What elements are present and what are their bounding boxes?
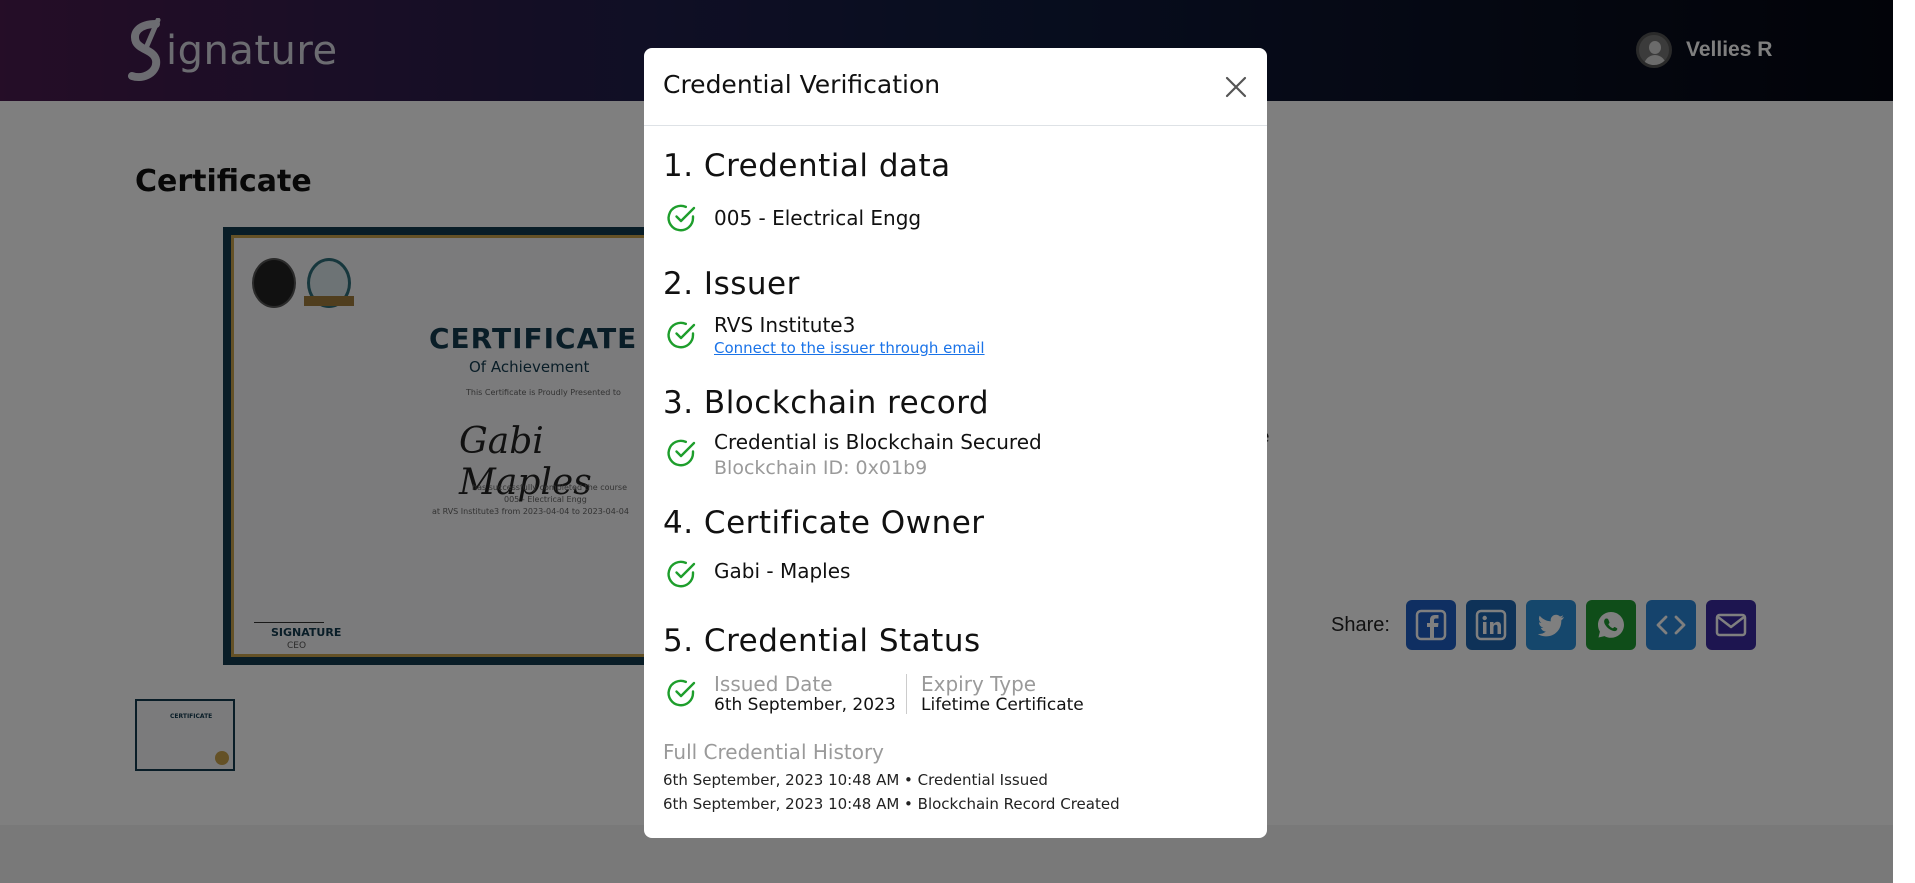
history-item: 6th September, 2023 10:48 AM • Blockchai… [663,795,1120,813]
section-heading-credential-data: 1. Credential data [663,148,951,184]
check-icon [667,439,696,467]
owner-name: Gabi - Maples [714,559,851,583]
check-icon [667,204,696,232]
modal-header: Credential Verification [644,48,1267,126]
check-icon [667,321,696,349]
history-item: 6th September, 2023 10:48 AM • Credentia… [663,771,1048,789]
blockchain-id: Blockchain ID: 0x01b9 [714,457,928,479]
connect-issuer-email-link[interactable]: Connect to the issuer through email [714,339,985,357]
credential-data-value: 005 - Electrical Engg [714,206,922,230]
section-heading-status: 5. Credential Status [663,623,981,659]
check-icon [667,560,696,588]
issuer-name: RVS Institute3 [714,313,856,337]
issued-date-value: 6th September, 2023 [714,695,896,715]
issued-date-label: Issued Date [714,672,833,696]
blockchain-status: Credential is Blockchain Secured [714,430,1042,454]
section-heading-issuer: 2. Issuer [663,266,800,302]
expiry-type-label: Expiry Type [921,672,1037,696]
scrollbar[interactable] [1893,0,1915,883]
section-heading-blockchain: 3. Blockchain record [663,385,990,421]
close-icon[interactable] [1222,73,1250,101]
expiry-type-value: Lifetime Certificate [921,695,1084,715]
history-title: Full Credential History [663,740,885,764]
section-heading-owner: 4. Certificate Owner [663,505,985,541]
credential-verification-modal: Credential Verification 1. Credential da… [644,48,1267,838]
check-icon [667,679,696,707]
modal-title: Credential Verification [663,70,941,99]
status-divider [906,674,907,714]
